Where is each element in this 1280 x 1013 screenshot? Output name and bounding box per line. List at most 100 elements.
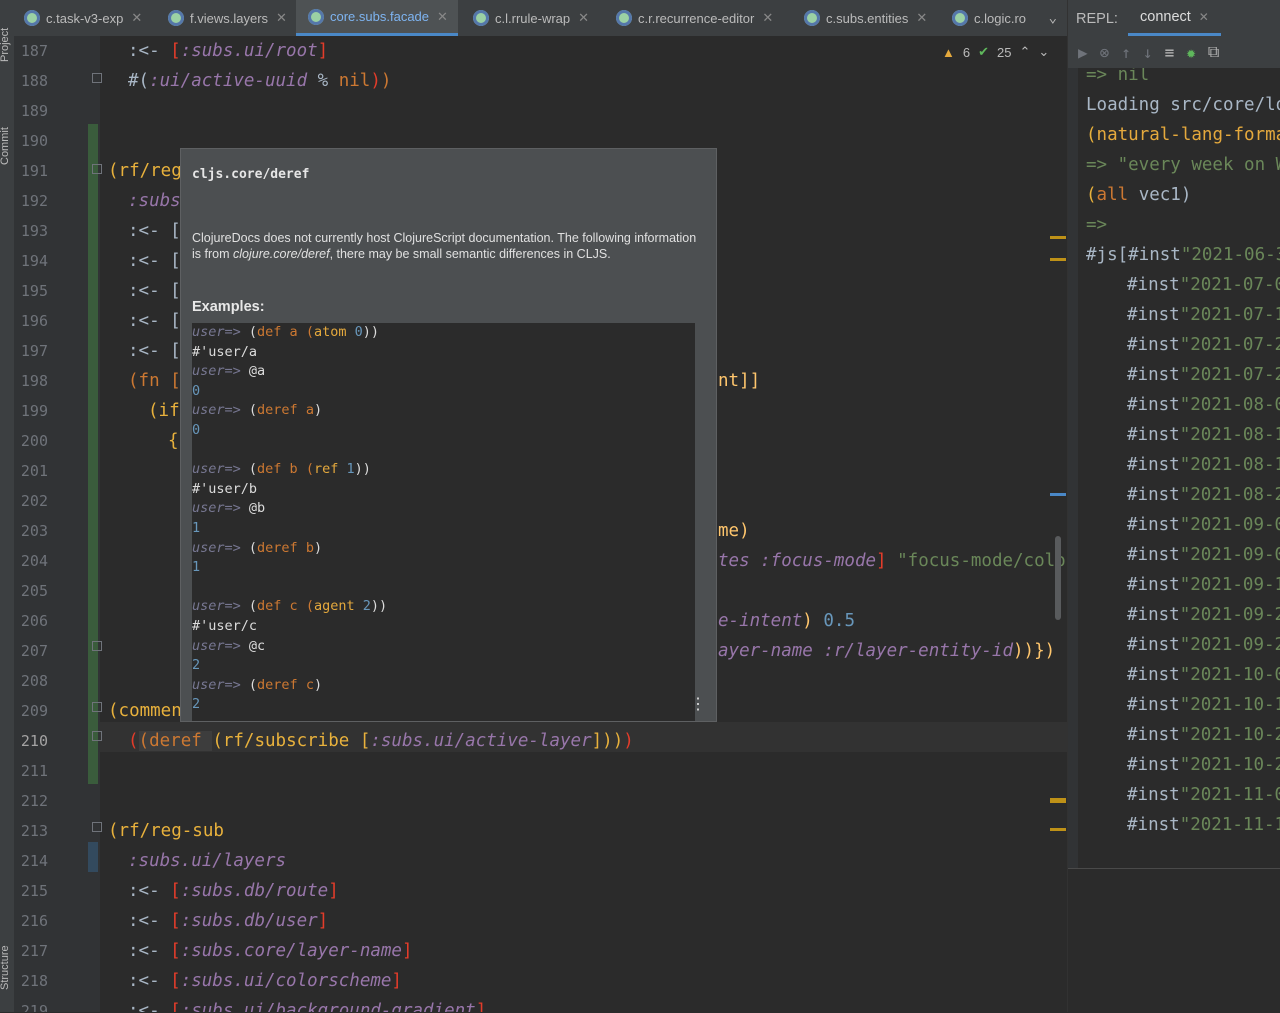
code-line: #(:ui/active-uuid % nil)) (128, 71, 392, 91)
tab-subs-facade[interactable]: core.subs.facade ✕ (296, 0, 458, 36)
repl-line: => nil (1086, 68, 1150, 85)
code-line: :<- [:subs.ui/colorscheme] (128, 971, 402, 991)
repl-input[interactable] (1068, 868, 1280, 1013)
repl-inst-line: #inst"2021-07-1 (1127, 305, 1280, 325)
repl-toolbar: ▶ ⊗ ↑ ↓ ≡ ✹ ⧉ (1068, 36, 1280, 68)
tab-subs-entities[interactable]: c.subs.entities ✕ (804, 0, 927, 36)
clojure-file-icon (952, 10, 968, 26)
error-stripe-mark[interactable] (1050, 236, 1066, 239)
scrollbar-thumb[interactable] (1055, 536, 1061, 620)
line-number: 195 (20, 282, 48, 300)
fold-marker-icon[interactable] (92, 641, 102, 651)
arrow-down-icon[interactable]: ↓ (1143, 43, 1153, 62)
line-number: 215 (20, 882, 48, 900)
code-line: :<- [ (128, 281, 181, 301)
close-icon[interactable]: ✕ (578, 10, 589, 26)
example-line: 1 (192, 520, 201, 536)
line-number: 210 (20, 732, 48, 750)
repl-output[interactable]: => nil Loading src/core/lo (natural-lang… (1078, 68, 1280, 868)
code-line: :<- [:subs.ui/root] (128, 41, 329, 61)
line-number: 214 (20, 852, 48, 870)
run-icon[interactable]: ▶ (1078, 43, 1088, 62)
line-number: 190 (20, 132, 48, 150)
fold-marker-icon[interactable] (92, 822, 102, 832)
line-number: 213 (20, 822, 48, 840)
code-line: ayer-name :r/layer-entity-id))}) (718, 641, 1056, 661)
tab-logic-ro[interactable]: c.logic.ro (952, 0, 1026, 36)
error-stripe-mark[interactable] (1050, 828, 1066, 831)
code-line: :<- [ (128, 341, 181, 361)
fold-marker-icon[interactable] (92, 164, 102, 174)
close-icon[interactable]: ✕ (916, 10, 927, 26)
line-number: 219 (20, 1002, 48, 1012)
example-line: user=> @c (192, 637, 266, 654)
repl-line: #js[#inst"2021-06-3 (1086, 245, 1280, 265)
editor-tab-bar: c.task-v3-exp ✕ f.views.layers ✕ core.subs… (14, 0, 1067, 37)
soft-wrap-icon[interactable]: ≡ (1165, 43, 1175, 62)
code-line: tes :focus-mode] "focus-mode/color (718, 551, 1067, 571)
repl-inst-line: #inst"2021-09-0 (1127, 545, 1280, 565)
code-line: :<- [:subs.core/layer-name] (128, 941, 413, 961)
code-line: :<- [:subs.ui/background-gradient] (128, 1001, 487, 1012)
error-stripe-mark[interactable] (1050, 493, 1066, 496)
fold-marker-icon[interactable] (92, 702, 102, 712)
fold-marker-icon[interactable] (92, 731, 102, 741)
repl-inst-line: #inst"2021-11-1 (1127, 815, 1280, 835)
repl-inst-line: #inst"2021-08-0 (1127, 395, 1280, 415)
clojure-file-icon (804, 10, 820, 26)
copy-icon[interactable]: ⧉ (1208, 42, 1219, 62)
example-line: user=> (deref b) (192, 539, 323, 556)
error-stripe-mark[interactable] (1050, 258, 1066, 261)
arrow-up-icon[interactable]: ↑ (1121, 43, 1131, 62)
tab-connect[interactable]: connect ✕ (1128, 0, 1221, 36)
line-number: 203 (20, 522, 48, 540)
repl-inst-line: #inst"2021-09-2 (1127, 605, 1280, 625)
line-number: 189 (20, 102, 48, 120)
stop-icon[interactable]: ⊗ (1100, 43, 1110, 62)
close-icon[interactable]: ✕ (1199, 10, 1209, 24)
repl-inst-line: #inst"2021-09-1 (1127, 575, 1280, 595)
examples-heading: Examples: (192, 299, 265, 315)
close-icon[interactable]: ✕ (276, 10, 287, 26)
tab-label: f.views.layers (190, 10, 269, 26)
project-tool-button[interactable]: Project (0, 28, 11, 62)
line-number: 212 (20, 792, 48, 810)
close-icon[interactable]: ✕ (762, 10, 773, 26)
line-number: 205 (20, 582, 48, 600)
example-line: user=> (def b (ref 1)) (192, 461, 371, 478)
line-number: 200 (20, 432, 48, 450)
tab-views-layers[interactable]: f.views.layers ✕ (168, 0, 287, 36)
tab-rrule-wrap[interactable]: c.l.rrule-wrap ✕ (473, 0, 589, 36)
example-line: 2 (192, 696, 201, 713)
repl-inst-line: #inst"2021-07-2 (1127, 335, 1280, 355)
error-stripe-mark[interactable] (1050, 798, 1066, 803)
ok-count: 25 (997, 44, 1012, 60)
fold-marker-icon[interactable] (92, 73, 102, 83)
inspection-widget[interactable]: ▲ 6 ✔ 25 ⌃ ⌄ (942, 44, 1049, 60)
repl-line: => "every week on W (1086, 155, 1280, 175)
tab-label: c.l.rrule-wrap (495, 10, 571, 26)
chevron-down-icon[interactable]: ⌄ (1038, 44, 1049, 60)
repl-line: (natural-lang-forma (1086, 125, 1280, 145)
debug-icon[interactable]: ✹ (1186, 43, 1196, 62)
close-icon[interactable]: ✕ (437, 9, 448, 25)
tab-task-v3-exp[interactable]: c.task-v3-exp ✕ (24, 0, 142, 36)
example-line: user=> @b (192, 500, 266, 517)
chevron-down-icon[interactable]: ⌄ (1049, 10, 1057, 26)
repl-panel: REPL: connect ✕ ▶ ⊗ ↑ ↓ ≡ ✹ ⧉ => nil Load… (1067, 0, 1280, 1013)
clojure-file-icon (24, 10, 40, 26)
tab-recurrence-editor[interactable]: c.r.recurrence-editor ✕ (616, 0, 773, 36)
structure-tool-button[interactable]: Structure (0, 945, 11, 990)
commit-tool-button[interactable]: Commit (0, 127, 11, 165)
warning-icon: ▲ (942, 44, 955, 60)
line-number: 193 (20, 222, 48, 240)
example-line: #'user/b (192, 480, 258, 497)
close-icon[interactable]: ✕ (131, 10, 142, 26)
chevron-up-icon[interactable]: ⌃ (1019, 44, 1030, 60)
example-line: 0 (192, 382, 201, 399)
code-line: { (168, 431, 179, 451)
line-number: 218 (20, 972, 48, 990)
example-line: 2 (192, 657, 201, 674)
more-options-icon[interactable]: ⋮ (690, 694, 706, 713)
line-number: 197 (20, 342, 48, 360)
